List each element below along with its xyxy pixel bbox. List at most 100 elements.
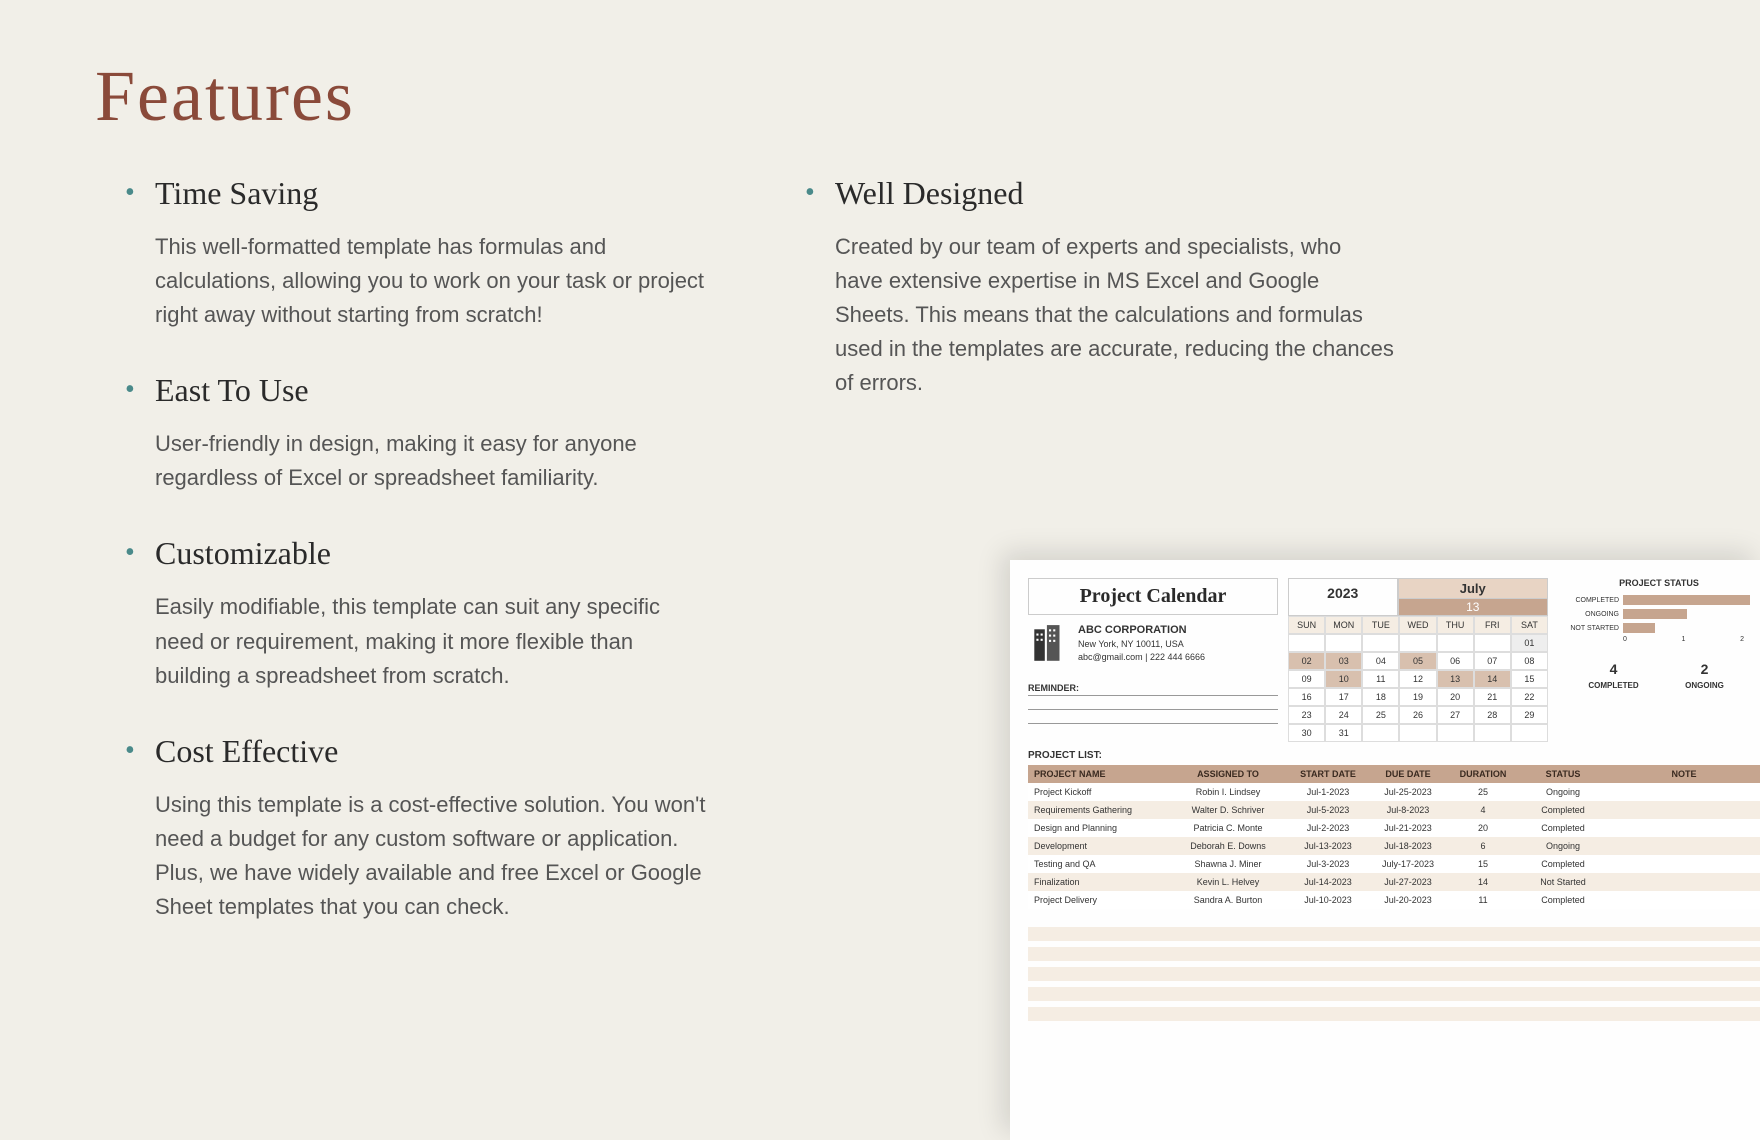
summary-label: COMPLETED [1568,681,1659,690]
company-info: ABC CORPORATION New York, NY 10011, USA … [1078,623,1205,664]
cell-project-name: Design and Planning [1028,819,1168,837]
calendar-cell: 02 [1288,652,1325,670]
cell-start-date: Jul-3-2023 [1288,855,1368,873]
cell-duration: 25 [1448,783,1518,801]
status-bar-fill [1623,623,1655,633]
calendar-cell [1474,634,1511,652]
table-row: Design and PlanningPatricia C. MonteJul-… [1028,819,1760,837]
cell-note [1608,891,1760,909]
cell-due-date: Jul-18-2023 [1368,837,1448,855]
calendar-cell: 05 [1399,652,1436,670]
feature-title: Well Designed [835,175,1395,212]
cell-note [1608,837,1760,855]
feature-title: Customizable [155,535,715,572]
calendar-cell: 18 [1362,688,1399,706]
status-block: PROJECT STATUS COMPLETEDONGOINGNOT START… [1558,578,1760,742]
chart-axis: 012 [1568,636,1750,643]
cell-assigned-to: Patricia C. Monte [1168,819,1288,837]
calendar-cell: 21 [1474,688,1511,706]
calendar-cell: 10 [1325,670,1362,688]
company-address: New York, NY 10011, USA [1078,638,1205,651]
company-name: ABC CORPORATION [1078,623,1205,638]
cell-status: Not Started [1518,873,1608,891]
cell-due-date: Jul-27-2023 [1368,873,1448,891]
cell-project-name: Testing and QA [1028,855,1168,873]
building-icon [1028,623,1070,665]
calendar-cell: 16 [1288,688,1325,706]
calendar-cell: 12 [1399,670,1436,688]
calendar-cell: 03 [1325,652,1362,670]
calendar-cell [1362,634,1399,652]
project-table: PROJECT NAME ASSIGNED TO START DATE DUE … [1028,765,1760,909]
cell-start-date: Jul-1-2023 [1288,783,1368,801]
feature-cost-effective: Cost Effective Using this template is a … [155,733,715,924]
blank-rows [1028,927,1760,1021]
cell-assigned-to: Kevin L. Helvey [1168,873,1288,891]
calendar-cell: 31 [1325,724,1362,742]
feature-title: East To Use [155,372,715,409]
cell-assigned-to: Walter D. Schriver [1168,801,1288,819]
feature-title: Time Saving [155,175,715,212]
cell-assigned-to: Shawna J. Miner [1168,855,1288,873]
table-row: Testing and QAShawna J. MinerJul-3-2023J… [1028,855,1760,873]
col-note: NOTE [1608,765,1760,783]
calendar-cell: 30 [1288,724,1325,742]
table-row: Requirements GatheringWalter D. Schriver… [1028,801,1760,819]
calendar-day-header: TUE [1362,616,1399,634]
cell-start-date: Jul-13-2023 [1288,837,1368,855]
feature-body: User-friendly in design, making it easy … [155,427,715,495]
cell-duration: 15 [1448,855,1518,873]
status-bar-fill [1623,609,1687,619]
calendar-cell [1437,634,1474,652]
calendar-cell [1399,724,1436,742]
feature-body: Using this template is a cost-effective … [155,788,715,924]
calendar-cell [1437,724,1474,742]
calendar-cell: 15 [1511,670,1548,688]
cell-start-date: Jul-2-2023 [1288,819,1368,837]
feature-body: Easily modifiable, this template can sui… [155,590,715,692]
feature-time-saving: Time Saving This well-formatted template… [155,175,715,332]
status-bar-row: NOT STARTED [1568,622,1750,634]
reminder-label: REMINDER: [1028,683,1278,696]
calendar-cell [1362,724,1399,742]
col-start-date: START DATE [1288,765,1368,783]
axis-tick: 0 [1623,636,1627,643]
calendar-cell: 23 [1288,706,1325,724]
calendar-cell [1399,634,1436,652]
table-row: FinalizationKevin L. HelveyJul-14-2023Ju… [1028,873,1760,891]
col-assigned-to: ASSIGNED TO [1168,765,1288,783]
col-due-date: DUE DATE [1368,765,1448,783]
summary-cell: 2ONGOING [1659,661,1750,690]
calendar-cell: 19 [1399,688,1436,706]
status-bar-row: ONGOING [1568,608,1750,620]
calendar-cell: 14 [1474,670,1511,688]
calendar-day-header: FRI [1474,616,1511,634]
cell-assigned-to: Sandra A. Burton [1168,891,1288,909]
cell-project-name: Finalization [1028,873,1168,891]
calendar-block: 2023 July 13 SUNMONTUEWEDTHUFRISAT010203… [1288,578,1548,742]
cell-due-date: Jul-25-2023 [1368,783,1448,801]
year-box: 2023 [1288,578,1398,616]
cell-start-date: Jul-5-2023 [1288,801,1368,819]
calendar-cell: 20 [1437,688,1474,706]
cell-assigned-to: Deborah E. Downs [1168,837,1288,855]
cell-start-date: Jul-14-2023 [1288,873,1368,891]
calendar-day-header: THU [1437,616,1474,634]
status-bar-label: COMPLETED [1568,597,1623,604]
status-bar-label: NOT STARTED [1568,625,1623,632]
cell-due-date: Jul-20-2023 [1368,891,1448,909]
cell-project-name: Requirements Gathering [1028,801,1168,819]
calendar-day-header: SAT [1511,616,1548,634]
cell-project-name: Development [1028,837,1168,855]
calendar-cell: 06 [1437,652,1474,670]
col-status: STATUS [1518,765,1608,783]
features-left-column: Time Saving This well-formatted template… [155,175,715,964]
calendar-cell: 09 [1288,670,1325,688]
calendar-cell: 22 [1511,688,1548,706]
calendar-cell: 17 [1325,688,1362,706]
cell-status: Ongoing [1518,837,1608,855]
col-duration: DURATION [1448,765,1518,783]
cell-status: Completed [1518,819,1608,837]
cell-assigned-to: Robin I. Lindsey [1168,783,1288,801]
company-contact: abc@gmail.com | 222 444 6666 [1078,651,1205,664]
